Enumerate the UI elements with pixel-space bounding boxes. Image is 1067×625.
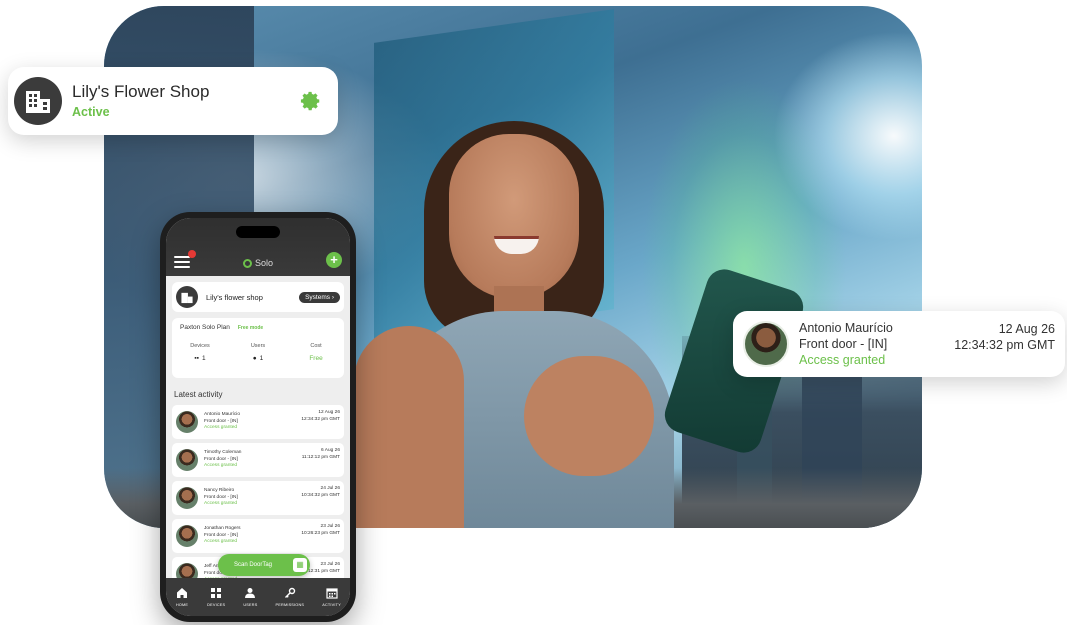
key-icon [283, 586, 297, 600]
site-selector[interactable]: Lily's flower shop Systems › [172, 282, 344, 312]
stat-value: Free [309, 355, 323, 362]
list-item[interactable]: Timothy Coleman Front door - [IN] Access… [172, 443, 344, 477]
shop-status-card[interactable]: Lily's Flower Shop Active [8, 67, 338, 135]
activity-status: Access granted [204, 463, 238, 469]
systems-button[interactable]: Systems › [299, 291, 340, 303]
nav-home[interactable]: HOME [175, 586, 189, 607]
nav-label: USERS [243, 602, 258, 607]
nav-activity[interactable]: ACTIVITY [322, 586, 341, 607]
building-icon [176, 286, 198, 308]
plan-mode: Free mode [237, 324, 264, 331]
site-name: Lily's flower shop [206, 292, 263, 302]
access-notification-card[interactable]: Antonio Maurício Front door - [IN] Acces… [733, 311, 1065, 377]
stat-value: 1 [259, 355, 264, 362]
dynamic-island [236, 226, 280, 238]
notification-time: 12:34:32 pm GMT [954, 338, 1055, 352]
stat-devices: Devices ▪▪ 1 [180, 343, 220, 362]
activity-time: 11:12:12 pm GMT [301, 454, 340, 460]
list-item[interactable]: Nancy Ribeiro Front door - [IN] Access g… [172, 481, 344, 515]
devices-icon [209, 586, 223, 600]
notification-user-name: Antonio Maurício [799, 321, 893, 335]
avatar [176, 411, 198, 433]
qr-icon: ▦ [293, 558, 307, 572]
latest-activity-heading: Latest activity [174, 390, 223, 399]
activity-time: 10:26:23 pm GMT [301, 530, 340, 536]
devices-icon: ▪▪ [194, 355, 199, 362]
shop-name: Lily's Flower Shop [72, 82, 210, 101]
nav-devices[interactable]: DEVICES [207, 586, 225, 607]
activity-time: 12:34:32 pm GMT [301, 416, 340, 422]
phone-mockup: Solo + Lily's flower shop Systems › Paxt… [160, 212, 356, 622]
activity-status: Access granted [204, 425, 238, 431]
scan-doortag-button[interactable]: Scan DoorTag ▦ [218, 554, 310, 576]
woman-with-phone [354, 116, 808, 528]
solo-logo: Solo [242, 258, 273, 268]
plan-name: Paxton Solo Plan [180, 324, 230, 331]
stat-users: Users ● 1 [238, 343, 278, 362]
activity-time: 10:34:32 pm GMT [301, 492, 340, 498]
avatar [176, 525, 198, 547]
phone-screen: Solo + Lily's flower shop Systems › Paxt… [166, 218, 350, 616]
nav-label: DEVICES [207, 602, 226, 607]
notification-badge [188, 250, 196, 258]
avatar [176, 449, 198, 471]
hands [524, 356, 654, 476]
scan-label: Scan DoorTag [234, 562, 273, 568]
arm [354, 326, 464, 528]
nav-label: ACTIVITY [322, 602, 341, 607]
user-icon [243, 586, 257, 600]
notification-date: 12 Aug 26 [998, 322, 1055, 336]
systems-label: Systems [305, 293, 331, 301]
face [449, 134, 579, 299]
list-item[interactable]: Antonio Maurício Front door - [IN] Acces… [172, 405, 344, 439]
menu-icon[interactable] [174, 250, 196, 268]
avatar [176, 487, 198, 509]
plan-card[interactable]: Paxton Solo Plan Free mode Devices ▪▪ 1 U… [172, 318, 344, 378]
bottom-nav: HOME DEVICES USERS PERMISSIONS ACTIVITY [166, 578, 350, 616]
nav-label: HOME [175, 602, 189, 607]
notification-door: Front door - [IN] [799, 337, 888, 351]
home-icon [175, 586, 189, 600]
add-button[interactable]: + [325, 252, 342, 268]
stat-label: Users [250, 343, 266, 349]
building-icon [14, 77, 62, 125]
shop-status: Active [72, 105, 110, 119]
list-item[interactable]: Jonathan Rogers Front door - [IN] Access… [172, 519, 344, 553]
activity-status: Access granted [204, 501, 238, 507]
stat-label: Cost [310, 343, 322, 349]
avatar [743, 321, 789, 367]
app-name: Solo [254, 258, 273, 268]
activity-status: Access granted [204, 539, 238, 545]
calendar-icon [325, 586, 339, 600]
nav-permissions[interactable]: PERMISSIONS [276, 586, 305, 607]
stat-value: 1 [201, 355, 206, 362]
solo-logo-icon [242, 258, 252, 268]
stat-label: Devices [190, 343, 210, 349]
notification-status: Access granted [799, 353, 886, 367]
gear-icon[interactable] [298, 88, 324, 114]
nav-users[interactable]: USERS [243, 586, 257, 607]
user-icon: ● [252, 355, 257, 362]
nav-label: PERMISSIONS [275, 602, 305, 607]
stat-cost: Cost Free [296, 343, 336, 362]
